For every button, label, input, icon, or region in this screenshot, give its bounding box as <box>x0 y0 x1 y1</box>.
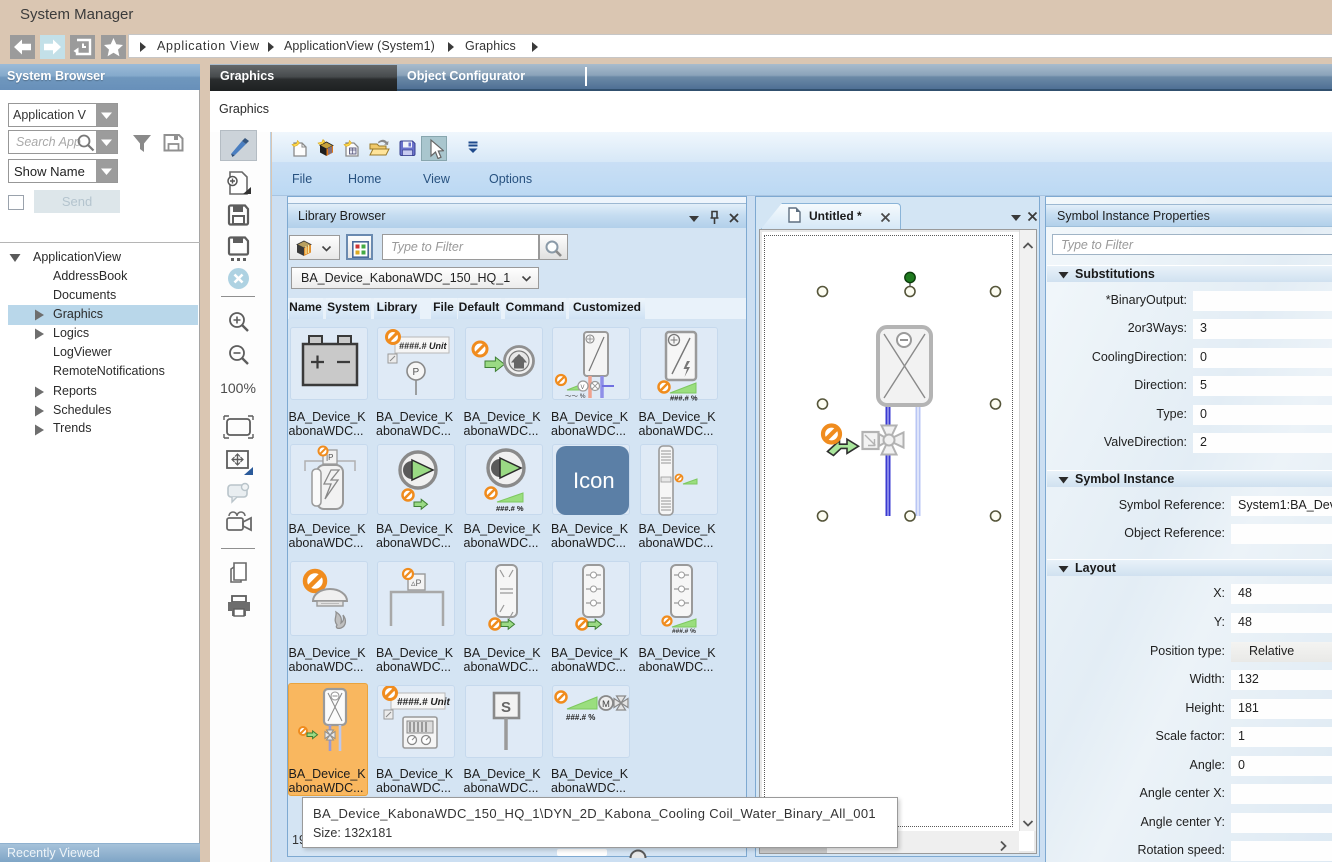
svg-text:M: M <box>602 699 610 710</box>
svg-text:▵P: ▵P <box>411 578 422 588</box>
svg-text:～～ %: ～～ % <box>565 393 586 400</box>
svg-text:###.# %: ###.# % <box>496 504 524 513</box>
svg-text:V: V <box>581 385 585 391</box>
svg-text:S: S <box>501 699 511 716</box>
svg-text:P: P <box>413 367 420 378</box>
svg-text:####.# Unit: ####.# Unit <box>397 697 450 708</box>
svg-text:###.# %: ###.# % <box>566 713 595 722</box>
svg-text:####.# Unit: ####.# Unit <box>399 341 448 351</box>
svg-text:###.# %: ###.# % <box>672 628 696 635</box>
svg-text:###.# %: ###.# % <box>670 394 698 402</box>
svg-text:Icon: Icon <box>573 468 615 493</box>
